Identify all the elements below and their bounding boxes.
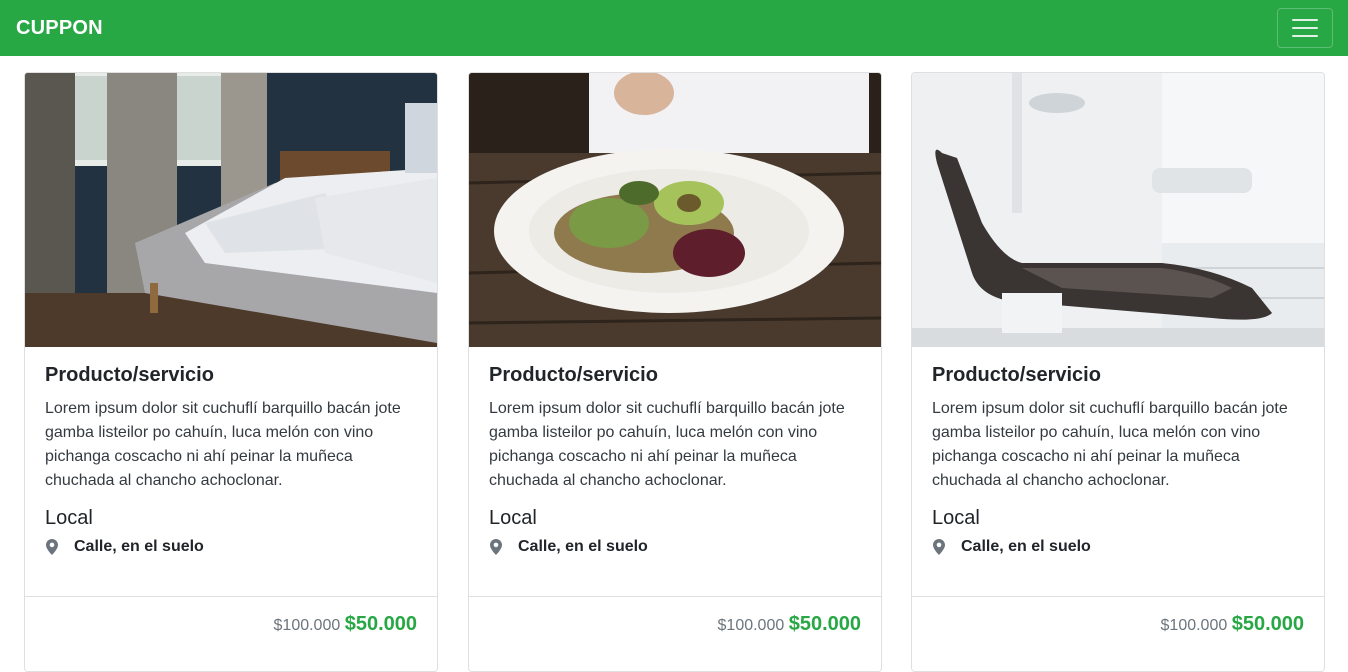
old-price: $100.000: [1160, 617, 1228, 634]
hamburger-menu-icon: [1292, 19, 1318, 21]
address-text: Calle, en el suelo: [961, 538, 1091, 555]
new-price: $50.000: [788, 613, 861, 635]
card-image-bedroom: [25, 73, 437, 347]
local-label: Local: [45, 507, 93, 529]
address: Calle, en el suelo: [45, 538, 417, 556]
card-footer: $100.000 $50.000: [912, 596, 1324, 671]
old-price: $100.000: [273, 617, 341, 634]
card-description: Lorem ipsum dolor sit cuchuflí barquillo…: [489, 400, 845, 489]
local-label: Local: [932, 507, 980, 529]
card-footer: $100.000 $50.000: [469, 596, 881, 671]
map-marker-icon: [933, 539, 945, 555]
address: Calle, en el suelo: [489, 538, 861, 556]
product-card[interactable]: Producto/servicio Lorem ipsum dolor sit …: [911, 72, 1325, 672]
new-price: $50.000: [344, 613, 417, 635]
card-footer: $100.000 $50.000: [25, 596, 437, 671]
card-image-dental: [912, 73, 1324, 347]
brand-logo[interactable]: CUPPON: [16, 17, 103, 40]
product-card[interactable]: Producto/servicio Lorem ipsum dolor sit …: [468, 72, 882, 672]
navbar: CUPPON: [0, 0, 1348, 56]
address-text: Calle, en el suelo: [518, 538, 648, 555]
card-body: Producto/servicio Lorem ipsum dolor sit …: [45, 363, 417, 556]
old-price: $100.000: [717, 617, 785, 634]
product-card[interactable]: Producto/servicio Lorem ipsum dolor sit …: [24, 72, 438, 672]
card-description: Lorem ipsum dolor sit cuchuflí barquillo…: [45, 400, 401, 489]
map-marker-icon: [490, 539, 502, 555]
address: Calle, en el suelo: [932, 538, 1304, 556]
address-text: Calle, en el suelo: [74, 538, 204, 555]
card-description: Lorem ipsum dolor sit cuchuflí barquillo…: [932, 400, 1288, 489]
new-price: $50.000: [1231, 613, 1304, 635]
card-title[interactable]: Producto/servicio: [932, 363, 1304, 387]
card-body: Producto/servicio Lorem ipsum dolor sit …: [489, 363, 861, 556]
local-label: Local: [489, 507, 537, 529]
card-title[interactable]: Producto/servicio: [489, 363, 861, 387]
card-body: Producto/servicio Lorem ipsum dolor sit …: [932, 363, 1304, 556]
map-marker-icon: [46, 539, 58, 555]
card-image-salad: [469, 73, 881, 347]
card-title[interactable]: Producto/servicio: [45, 363, 417, 387]
navbar-toggle-button[interactable]: [1277, 8, 1333, 48]
